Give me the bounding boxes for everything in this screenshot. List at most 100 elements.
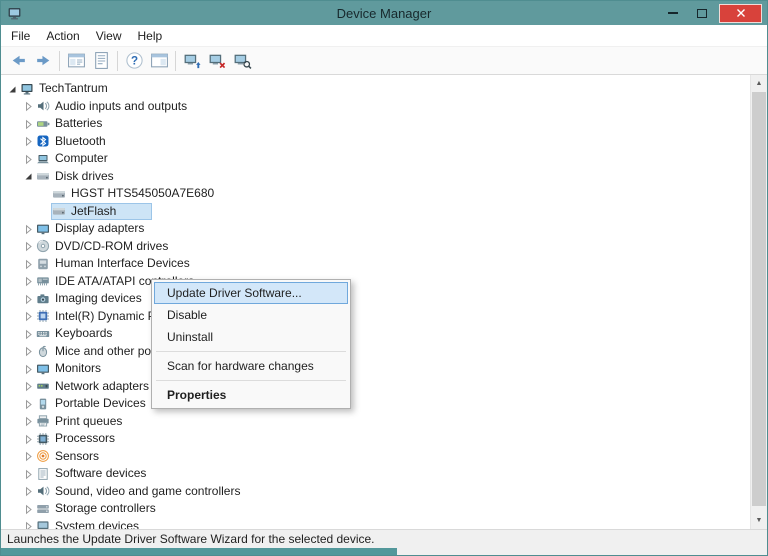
selected-tree-item-content: JetFlash: [51, 202, 153, 220]
context-menu-item-scan-for-hardware-changes[interactable]: Scan for hardware changes: [154, 355, 348, 377]
title-bar[interactable]: Device Manager: [1, 1, 767, 25]
menu-help[interactable]: Help: [130, 25, 171, 47]
vertical-scrollbar[interactable]: ▲ ▼: [750, 75, 767, 529]
tree-item-computer[interactable]: Computer: [1, 150, 750, 168]
menu-file[interactable]: File: [3, 25, 38, 47]
menu-view[interactable]: View: [88, 25, 130, 47]
tree-item-print-queues[interactable]: Print queues: [1, 413, 750, 431]
scrollbar-thumb[interactable]: [752, 92, 766, 506]
tree-item-storage-controllers[interactable]: Storage controllers: [1, 500, 750, 518]
tree-item-hgst-hts545050a7e680[interactable]: HGST HTS545050A7E680: [1, 185, 750, 203]
help-icon[interactable]: ?: [122, 49, 146, 73]
context-menu-item-disable[interactable]: Disable: [154, 304, 348, 326]
expand-arrow-icon[interactable]: [21, 310, 35, 322]
toolbar-separator: [117, 50, 118, 71]
close-button[interactable]: [719, 3, 762, 23]
expand-arrow-icon[interactable]: [21, 153, 35, 165]
expand-arrow-icon[interactable]: [21, 433, 35, 445]
expand-arrow-icon[interactable]: [21, 328, 35, 340]
maximize-button[interactable]: [687, 1, 716, 25]
tree-item-content: Computer: [35, 150, 110, 167]
tree-item-intel-r-dynamic-platform[interactable]: Intel(R) Dynamic Platform: [1, 308, 750, 326]
uninstall-icon[interactable]: [205, 49, 229, 73]
expand-arrow-icon[interactable]: [21, 135, 35, 147]
tree-item-portable-devices[interactable]: Portable Devices: [1, 395, 750, 413]
tree-item-content: TechTantrum: [19, 80, 110, 97]
scan-hardware-icon[interactable]: [230, 49, 254, 73]
chip-icon: [36, 309, 50, 323]
minimize-button[interactable]: [658, 1, 687, 25]
toolbar-separator: [59, 50, 60, 71]
expand-arrow-icon[interactable]: [21, 345, 35, 357]
expand-arrow-icon[interactable]: [21, 240, 35, 252]
tree-item-sound-video-and-game-controllers[interactable]: Sound, video and game controllers: [1, 483, 750, 501]
action-pane-icon[interactable]: [147, 49, 171, 73]
expand-arrow-icon[interactable]: [21, 503, 35, 515]
context-menu-item-uninstall[interactable]: Uninstall: [154, 326, 348, 348]
context-menu-item-update-driver-software[interactable]: Update Driver Software...: [154, 282, 348, 304]
window-controls: [658, 1, 767, 25]
console-tree-icon[interactable]: [64, 49, 88, 73]
expand-arrow-icon[interactable]: [21, 258, 35, 270]
tree-item-content: Bluetooth: [35, 133, 108, 150]
bottom-accent-strip: [1, 548, 397, 555]
tree-item-monitors[interactable]: Monitors: [1, 360, 750, 378]
printer-icon: [36, 414, 50, 428]
forward-icon[interactable]: [31, 49, 55, 73]
tree-item-label: DVD/CD-ROM drives: [55, 238, 169, 253]
tree-item-system-devices[interactable]: System devices: [1, 518, 750, 529]
tree-item-label: Human Interface Devices: [55, 256, 190, 271]
tree-item-bluetooth[interactable]: Bluetooth: [1, 133, 750, 151]
expand-arrow-icon[interactable]: [21, 100, 35, 112]
tree-item-content: Sound, video and game controllers: [35, 483, 242, 500]
menu-action[interactable]: Action: [38, 25, 87, 47]
expand-arrow-icon[interactable]: [21, 293, 35, 305]
tree-item-keyboards[interactable]: Keyboards: [1, 325, 750, 343]
display-icon: [36, 222, 50, 236]
expand-arrow-icon[interactable]: [21, 118, 35, 130]
collapse-arrow-icon[interactable]: [5, 83, 19, 95]
tree-item-audio-inputs-and-outputs[interactable]: Audio inputs and outputs: [1, 98, 750, 116]
device-manager-window: Device Manager File Action View Help ? Tech…: [0, 0, 768, 556]
tree-item-imaging-devices[interactable]: Imaging devices: [1, 290, 750, 308]
tree-item-sensors[interactable]: Sensors: [1, 448, 750, 466]
expand-arrow-icon[interactable]: [21, 450, 35, 462]
tree-item-human-interface-devices[interactable]: Human Interface Devices: [1, 255, 750, 273]
tree-item-jetflash[interactable]: JetFlash: [1, 202, 750, 221]
tree-item-processors[interactable]: Processors: [1, 430, 750, 448]
status-text: Launches the Update Driver Software Wiza…: [7, 532, 375, 546]
scroll-down-button[interactable]: ▼: [751, 512, 767, 529]
tree-item-label: Software devices: [55, 466, 147, 481]
portable-icon: [36, 397, 50, 411]
device-manager-app-icon: [7, 5, 24, 22]
software-icon: [36, 467, 50, 481]
tree-item-software-devices[interactable]: Software devices: [1, 465, 750, 483]
back-icon[interactable]: [6, 49, 30, 73]
tree-item-mice-and-other-pointing-devices[interactable]: Mice and other pointing devices: [1, 343, 750, 361]
expand-arrow-icon[interactable]: [21, 485, 35, 497]
tree-item-network-adapters[interactable]: Network adapters: [1, 378, 750, 396]
context-menu-item-properties[interactable]: Properties: [154, 384, 348, 406]
expand-arrow-icon[interactable]: [21, 380, 35, 392]
expand-arrow-icon[interactable]: [21, 398, 35, 410]
tree-item-display-adapters[interactable]: Display adapters: [1, 220, 750, 238]
tree-item-batteries[interactable]: Batteries: [1, 115, 750, 133]
tree-item-dvd-cd-rom-drives[interactable]: DVD/CD-ROM drives: [1, 238, 750, 256]
scroll-up-button[interactable]: ▲: [751, 75, 767, 92]
tree-item-label: Portable Devices: [55, 396, 146, 411]
expand-arrow-icon[interactable]: [21, 223, 35, 235]
tree-item-disk-drives[interactable]: Disk drives: [1, 168, 750, 186]
expand-arrow-icon[interactable]: [21, 520, 35, 529]
expand-arrow-icon[interactable]: [21, 363, 35, 375]
update-driver-icon[interactable]: [180, 49, 204, 73]
properties-icon[interactable]: [89, 49, 113, 73]
expand-arrow-icon[interactable]: [21, 468, 35, 480]
expand-arrow-icon[interactable]: [21, 275, 35, 287]
tree-item-ide-ata-atapi-controllers[interactable]: IDE ATA/ATAPI controllers: [1, 273, 750, 291]
collapse-arrow-icon[interactable]: [21, 170, 35, 182]
tree-item-label: HGST HTS545050A7E680: [71, 186, 215, 201]
expand-arrow-icon[interactable]: [21, 415, 35, 427]
menu-separator: [156, 351, 346, 352]
tree-item-techtantrum[interactable]: TechTantrum: [1, 80, 750, 98]
tree-item-content: Portable Devices: [35, 395, 148, 412]
